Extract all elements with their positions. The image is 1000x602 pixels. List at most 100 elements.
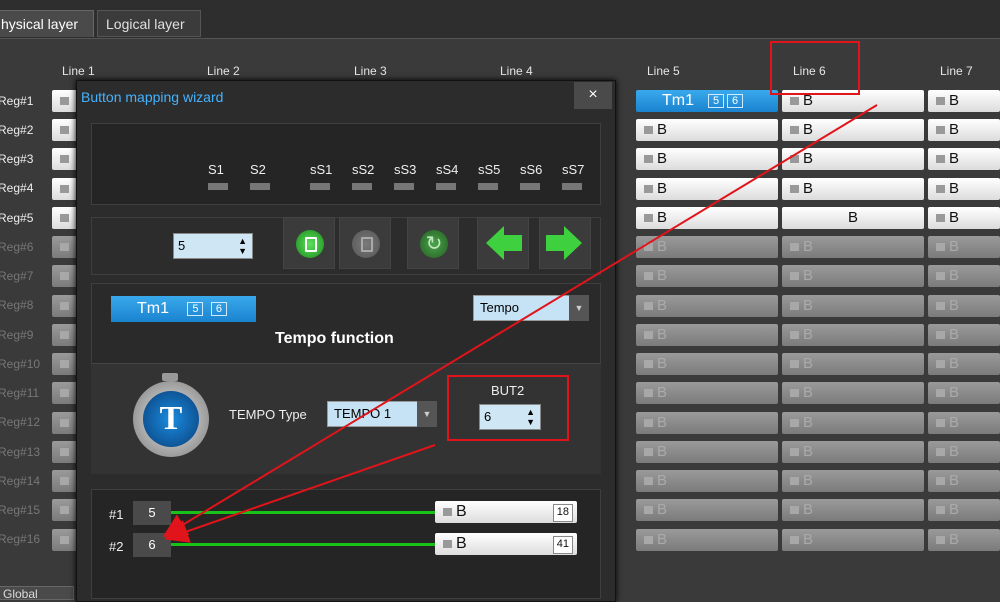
grid-button-cell[interactable]: B — [928, 441, 1000, 463]
previous-button[interactable] — [477, 217, 529, 269]
chevron-down-icon[interactable]: ▼ — [569, 295, 589, 321]
grid-button-cell[interactable]: B — [636, 499, 778, 521]
grid-button-cell[interactable]: B — [928, 324, 1000, 346]
grid-button-cell[interactable] — [52, 529, 78, 551]
grid-button-cell[interactable]: B — [928, 90, 1000, 112]
grid-button-cell[interactable]: B — [928, 178, 1000, 200]
register-spinner[interactable]: 5 ▲ ▼ — [173, 233, 253, 259]
grid-button-cell[interactable]: B — [928, 529, 1000, 551]
grid-button-cell[interactable]: B — [636, 119, 778, 141]
grid-button-cell[interactable] — [52, 119, 78, 141]
grid-button-cell[interactable]: B — [782, 236, 924, 258]
grid-button-cell[interactable]: B — [636, 148, 778, 170]
grid-button-cell[interactable] — [52, 265, 78, 287]
grid-button-cell[interactable]: B — [928, 265, 1000, 287]
switch-label: sS2 — [352, 162, 375, 177]
grid-button-cell[interactable]: B — [928, 148, 1000, 170]
led-icon — [60, 389, 69, 398]
grid-button-cell[interactable]: B — [928, 412, 1000, 434]
grid-button-cell[interactable]: B — [636, 470, 778, 492]
copy-button[interactable] — [283, 217, 335, 269]
grid-button-cell[interactable]: B — [782, 529, 924, 551]
grid-button-cell[interactable] — [52, 207, 78, 229]
cell-label: B — [657, 267, 668, 284]
cell-label: B — [949, 414, 960, 431]
map-target-button[interactable]: B 18 — [435, 501, 577, 523]
grid-button-cell[interactable]: B — [636, 412, 778, 434]
grid-button-cell[interactable]: B — [636, 207, 778, 229]
grid-button-cell[interactable]: B — [636, 265, 778, 287]
tempo-type-label: TEMPO Type — [229, 407, 307, 422]
grid-button-cell[interactable]: B — [782, 382, 924, 404]
tempo-type-select[interactable]: TEMPO 1 ▼ — [327, 401, 437, 427]
grid-button-cell[interactable]: B — [928, 119, 1000, 141]
tm-a-badge: 5 — [187, 301, 204, 316]
grid-button-cell[interactable]: B — [636, 236, 778, 258]
tab-logical-layer[interactable]: Logical layer — [97, 10, 201, 37]
grid-button-cell[interactable]: B — [928, 207, 1000, 229]
grid-button-cell[interactable] — [52, 295, 78, 317]
led-icon — [936, 185, 945, 194]
grid-button-cell[interactable]: B — [636, 382, 778, 404]
spin-down-icon[interactable]: ▼ — [238, 247, 247, 256]
grid-button-cell[interactable] — [52, 324, 78, 346]
grid-button-cell[interactable]: B — [636, 353, 778, 375]
grid-button-cell[interactable] — [52, 499, 78, 521]
grid-button-cell[interactable]: B — [928, 470, 1000, 492]
grid-button-cell[interactable] — [52, 90, 78, 112]
grid-button-cell[interactable]: B — [782, 119, 924, 141]
reset-button[interactable]: ↻ — [407, 217, 459, 269]
grid-button-cell[interactable]: B — [782, 178, 924, 200]
grid-button-cell[interactable]: B — [782, 412, 924, 434]
grid-button-cell[interactable] — [52, 382, 78, 404]
grid-button-cell[interactable]: B — [782, 499, 924, 521]
switch-label: sS1 — [310, 162, 333, 177]
map-target-button[interactable]: B 41 — [435, 533, 577, 555]
grid-button-cell[interactable] — [52, 441, 78, 463]
spin-up-icon[interactable]: ▲ — [238, 237, 247, 246]
next-button[interactable] — [539, 217, 591, 269]
map-row-id: #1 — [109, 507, 124, 522]
grid-button-cell[interactable]: B — [782, 265, 924, 287]
led-icon — [936, 214, 945, 223]
paste-button[interactable] — [339, 217, 391, 269]
grid-button-cell[interactable]: B — [782, 207, 924, 229]
close-button[interactable]: × — [574, 82, 612, 109]
line-header: Line 5 — [647, 64, 680, 78]
grid-button-cell[interactable]: B — [782, 324, 924, 346]
cell-label: B — [803, 384, 814, 401]
grid-button-cell[interactable]: B — [782, 353, 924, 375]
grid-button-cell[interactable]: B — [928, 236, 1000, 258]
led-icon — [60, 302, 69, 311]
led-icon — [936, 448, 945, 457]
grid-button-cell[interactable]: B — [636, 529, 778, 551]
cell-label: B — [949, 209, 960, 226]
tm-label: Tm1 — [137, 300, 169, 317]
grid-button-cell[interactable]: B — [636, 324, 778, 346]
grid-button-cell[interactable] — [52, 178, 78, 200]
grid-button-cell[interactable]: B — [782, 441, 924, 463]
switch-label: S1 — [208, 162, 224, 177]
tab-physical-layer[interactable]: hysical layer — [0, 10, 94, 37]
tm-b-badge: 6 — [727, 93, 743, 108]
grid-button-cell[interactable] — [52, 412, 78, 434]
grid-button-cell[interactable] — [52, 353, 78, 375]
grid-button-cell[interactable]: B — [928, 499, 1000, 521]
switch-led — [562, 183, 582, 190]
mode-select[interactable]: Tempo ▼ — [473, 295, 589, 321]
grid-button-cell[interactable]: B — [928, 382, 1000, 404]
grid-button-cell[interactable] — [52, 236, 78, 258]
grid-button-cell[interactable]: B — [782, 295, 924, 317]
grid-button-cell[interactable]: B — [782, 470, 924, 492]
chevron-down-icon[interactable]: ▼ — [417, 401, 437, 427]
grid-button-cell[interactable]: B — [636, 178, 778, 200]
grid-tempo-cell[interactable]: Tm1 5 6 — [636, 90, 778, 112]
grid-button-cell[interactable]: B — [928, 295, 1000, 317]
tab-global[interactable]: Global — [0, 586, 74, 601]
grid-button-cell[interactable]: B — [636, 295, 778, 317]
grid-button-cell[interactable] — [52, 470, 78, 492]
grid-button-cell[interactable]: B — [928, 353, 1000, 375]
grid-button-cell[interactable]: B — [636, 441, 778, 463]
grid-button-cell[interactable]: B — [782, 148, 924, 170]
grid-button-cell[interactable] — [52, 148, 78, 170]
